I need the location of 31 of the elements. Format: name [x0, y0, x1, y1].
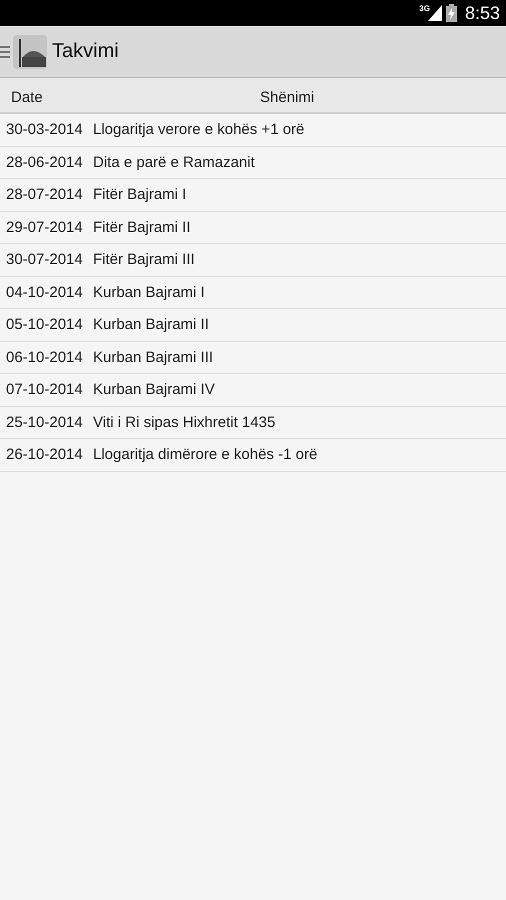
date-cell-text: 07-10-2014 [6, 381, 84, 398]
menu-icon[interactable] [0, 44, 10, 58]
note-cell: Fitër Bajrami I [93, 186, 186, 204]
note-cell: Dita e parë e Ramazanit [93, 154, 255, 171]
note-cell: Viti i Ri sipas Hixhretit 1435 [93, 414, 276, 431]
note-cell: Kurban Bajrami IV [93, 381, 215, 398]
date-cell-text: 04-10-2014 [6, 284, 84, 301]
battery-icon [446, 4, 457, 22]
column-header: Date [11, 89, 44, 106]
date-cell-text: 28-07-2014 [6, 186, 84, 204]
network-type: 3G [419, 4, 430, 13]
date-cell-text: 30-07-2014 [6, 251, 84, 268]
clock-time: 8:53 [464, 2, 500, 24]
date-cell-text: 30-03-2014 [6, 121, 84, 138]
column-header: Shënimi [260, 89, 314, 106]
date-cell-text: 06-10-2014 [6, 348, 84, 366]
note-cell: Llogaritja dimërore e kohës -1 orë [93, 446, 318, 464]
app-title: Takvimi [52, 40, 119, 63]
note-cell: Kurban Bajrami II [93, 316, 209, 334]
note-cell: Fitër Bajrami II [93, 218, 191, 236]
date-cell-text: 25-10-2014 [6, 414, 84, 431]
note-cell: Llogaritja verore e kohës +1 orë [93, 121, 304, 138]
note-cell: Fitër Bajrami III [93, 251, 195, 268]
date-cell-text: 05-10-2014 [6, 316, 84, 334]
signal-icon [428, 5, 442, 21]
note-cell: Kurban Bajrami III [93, 348, 214, 366]
date-cell-text: 29-07-2014 [6, 218, 84, 236]
note-cell: Kurban Bajrami I [93, 284, 205, 301]
date-cell-text: 26-10-2014 [6, 446, 84, 464]
date-cell-text: 28-06-2014 [6, 154, 84, 171]
mosque-icon[interactable] [13, 34, 47, 68]
